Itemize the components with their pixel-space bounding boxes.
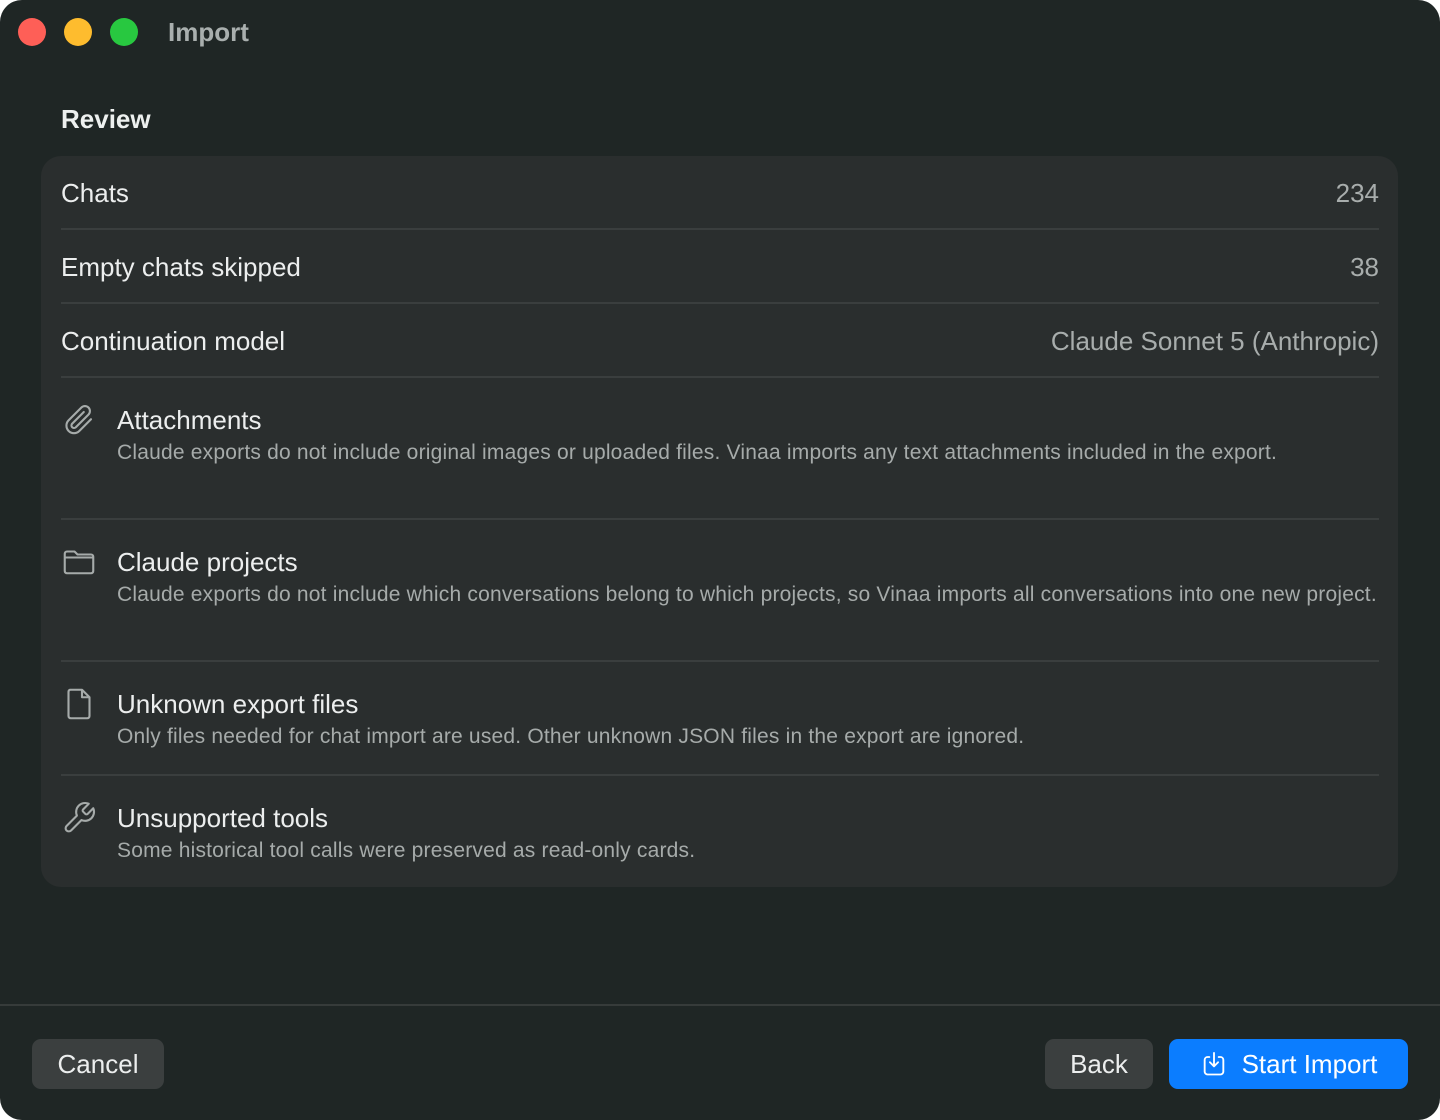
- cancel-button[interactable]: Cancel: [32, 1039, 164, 1089]
- continuation-model-label: Continuation model: [61, 326, 286, 356]
- document-icon: [61, 686, 97, 722]
- folder-icon: [61, 544, 97, 580]
- chats-count: 234: [1335, 178, 1379, 208]
- attachments-note: Attachments Claude exports do not includ…: [61, 378, 1379, 520]
- paperclip-icon: [61, 402, 97, 438]
- note-title: Unsupported tools: [117, 803, 329, 833]
- zoom-window-button[interactable]: [110, 18, 138, 46]
- note-body: Claude exports do not include which conv…: [117, 583, 1377, 606]
- unsupported-tools-note: Unsupported tools Some historical tool c…: [61, 776, 1379, 887]
- back-button[interactable]: Back: [1045, 1039, 1153, 1089]
- minimize-window-button[interactable]: [64, 18, 92, 46]
- start-import-button[interactable]: Start Import: [1169, 1039, 1408, 1089]
- import-window: Import Review Chats 234 Empty chats skip…: [0, 0, 1440, 1120]
- empty-chats-count: 38: [1350, 252, 1379, 282]
- wrench-icon: [61, 800, 97, 836]
- note-title: Unknown export files: [117, 689, 359, 719]
- empty-chats-label: Empty chats skipped: [61, 252, 301, 282]
- claude-projects-note: Claude projects Claude exports do not in…: [61, 520, 1379, 662]
- note-body: Only files needed for chat import are us…: [117, 725, 1025, 748]
- continuation-model-row: Continuation model Claude Sonnet 5 (Anth…: [61, 304, 1379, 378]
- note-body: Claude exports do not include original i…: [117, 441, 1278, 464]
- window-title: Import: [168, 17, 249, 47]
- note-body: Some historical tool calls were preserve…: [117, 839, 696, 862]
- note-title: Attachments: [117, 405, 262, 435]
- chats-label: Chats: [61, 178, 129, 208]
- title-bar: Import: [0, 0, 1440, 66]
- unknown-export-files-note: Unknown export files Only files needed f…: [61, 662, 1379, 776]
- start-import-label: Start Import: [1241, 1048, 1378, 1079]
- review-card: Chats 234 Empty chats skipped 38 Continu…: [41, 156, 1398, 887]
- note-title: Claude projects: [117, 547, 298, 577]
- footer-divider: [0, 1004, 1440, 1006]
- chats-row: Chats 234: [61, 156, 1379, 230]
- close-window-button[interactable]: [18, 18, 46, 46]
- import-icon: [1200, 1050, 1228, 1078]
- empty-chats-row: Empty chats skipped 38: [61, 230, 1379, 304]
- review-heading: Review: [61, 104, 151, 134]
- continuation-model-value: Claude Sonnet 5 (Anthropic): [1050, 326, 1379, 356]
